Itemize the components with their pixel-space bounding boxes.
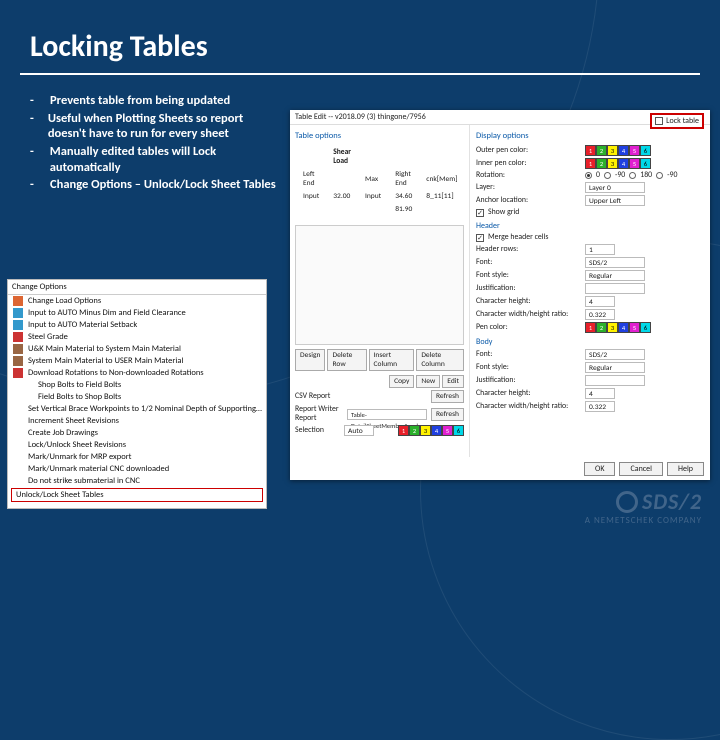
anchor-select[interactable]: Upper Left: [585, 195, 645, 206]
body-justification-select[interactable]: [585, 375, 645, 386]
menu-item[interactable]: Input to AUTO Material Setback: [8, 319, 266, 331]
refresh-button[interactable]: Refresh: [431, 390, 464, 403]
char-height-input[interactable]: 4: [585, 296, 615, 307]
brand-watermark: SDS/2 A NEMETSCHEK COMPANY: [585, 488, 702, 526]
outer-pen-swatches[interactable]: 123456: [585, 145, 651, 156]
rotation-radio[interactable]: [604, 172, 611, 179]
pen-color-swatches[interactable]: 123456: [585, 322, 651, 333]
menu-item[interactable]: Steel Grade: [8, 331, 266, 343]
dialog-titlebar: Table Edit -- v2018.09 (3) thingone/7956: [290, 110, 710, 125]
help-button[interactable]: Help: [667, 462, 704, 476]
options-table: Shear Load Left EndMaxRight Endcnk[Mem] …: [295, 145, 466, 217]
inner-pen-swatches[interactable]: 123456: [585, 158, 651, 169]
menu-item[interactable]: Mark/Unmark material CNC downloaded: [8, 463, 266, 475]
char-ratio-input[interactable]: 0.322: [585, 309, 615, 320]
change-options-panel: Change Options Change Load Options Input…: [8, 280, 266, 508]
section-display-options: Display options: [476, 131, 704, 141]
design-button[interactable]: Design: [295, 349, 325, 371]
menu-item[interactable]: Shop Bolts to Field Bolts: [8, 379, 266, 391]
delete-column-button[interactable]: Delete Column: [416, 349, 464, 371]
option-icon: [13, 332, 23, 342]
change-options-header: Change Options: [8, 280, 266, 295]
show-grid-checkbox[interactable]: ✓: [476, 209, 484, 217]
body-font-style-select[interactable]: Regular: [585, 362, 645, 373]
menu-item[interactable]: Change Load Options: [8, 295, 266, 307]
body-section: Body: [476, 337, 704, 347]
rotation-radio[interactable]: [585, 172, 592, 179]
section-table-options: Table options: [295, 131, 464, 141]
option-icon: [13, 356, 23, 366]
font-select[interactable]: SDS/2: [585, 257, 645, 268]
menu-item[interactable]: Do not strike submaterial in CNC: [8, 475, 266, 487]
option-icon: [13, 320, 23, 330]
table-edit-dialog: Table Edit -- v2018.09 (3) thingone/7956…: [290, 110, 710, 480]
merge-header-checkbox[interactable]: ✓: [476, 234, 484, 242]
menu-item[interactable]: Set Vertical Brace Workpoints to 1/2 Nom…: [8, 403, 266, 415]
menu-item[interactable]: Increment Sheet Revisions: [8, 415, 266, 427]
menu-item-highlighted[interactable]: Unlock/Lock Sheet Tables: [11, 488, 263, 502]
rotation-radio[interactable]: [629, 172, 636, 179]
copy-button[interactable]: Copy: [389, 375, 414, 388]
ok-button[interactable]: OK: [584, 462, 615, 476]
new-button[interactable]: New: [416, 375, 440, 388]
report-writer-field[interactable]: Table-DetailSheetMember1.xsds: [347, 409, 427, 420]
option-icon: [13, 296, 23, 306]
menu-item[interactable]: Field Bolts to Shop Bolts: [8, 391, 266, 403]
gear-icon: [616, 491, 638, 513]
body-font-select[interactable]: SDS/2: [585, 349, 645, 360]
font-style-select[interactable]: Regular: [585, 270, 645, 281]
delete-row-button[interactable]: Delete Row: [327, 349, 366, 371]
refresh-button[interactable]: Refresh: [431, 408, 464, 421]
menu-item[interactable]: Download Rotations to Non-downloaded Rot…: [8, 367, 266, 379]
edit-button[interactable]: Edit: [442, 375, 464, 388]
menu-item[interactable]: U&K Main Material to System Main Materia…: [8, 343, 266, 355]
menu-item[interactable]: Create Job Drawings: [8, 427, 266, 439]
option-icon: [13, 368, 23, 378]
rotation-radio[interactable]: [656, 172, 663, 179]
menu-item[interactable]: System Main Material to USER Main Materi…: [8, 355, 266, 367]
cancel-button[interactable]: Cancel: [619, 462, 663, 476]
selection-field[interactable]: Auto: [344, 425, 374, 436]
option-icon: [13, 344, 23, 354]
selection-swatches[interactable]: 123456: [398, 425, 464, 436]
header-section: Header: [476, 221, 704, 231]
layer-select[interactable]: Layer 0: [585, 182, 645, 193]
justification-select[interactable]: [585, 283, 645, 294]
table-editor-area[interactable]: [295, 225, 464, 345]
option-icon: [13, 308, 23, 318]
menu-item[interactable]: Lock/Unlock Sheet Revisions: [8, 439, 266, 451]
body-char-ratio-input[interactable]: 0.322: [585, 401, 615, 412]
menu-item[interactable]: Input to AUTO Minus Dim and Field Cleara…: [8, 307, 266, 319]
header-rows-input[interactable]: 1: [585, 244, 615, 255]
checkbox-icon: [655, 117, 663, 125]
menu-item[interactable]: Mark/Unmark for MRP export: [8, 451, 266, 463]
body-char-height-input[interactable]: 4: [585, 388, 615, 399]
insert-column-button[interactable]: Insert Column: [369, 349, 415, 371]
